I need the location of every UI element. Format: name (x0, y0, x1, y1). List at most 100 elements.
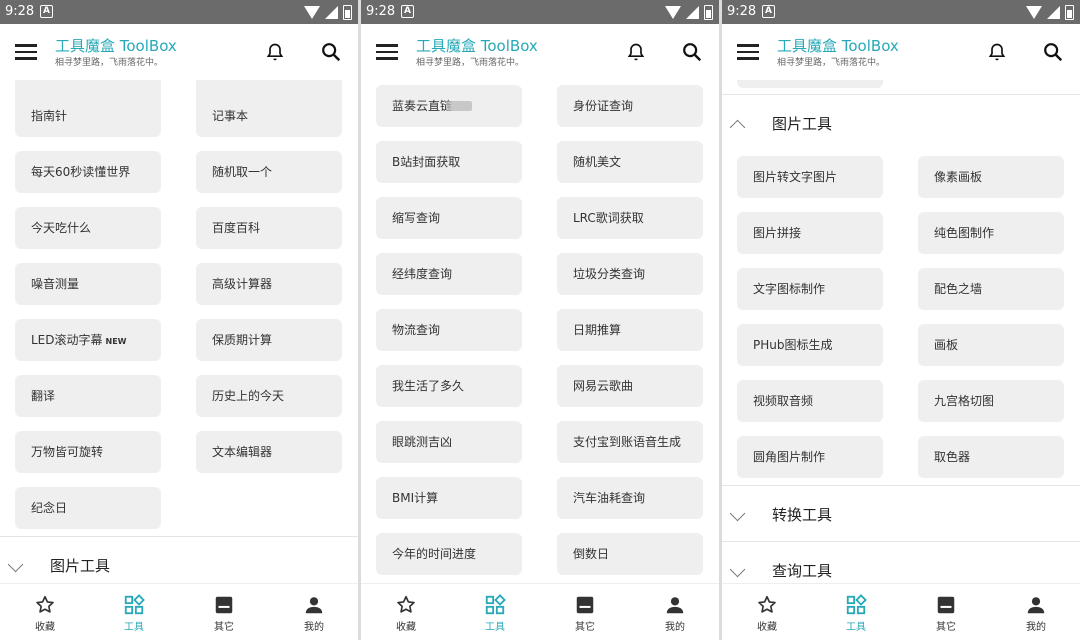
section-label: 图片工具 (50, 557, 111, 575)
tool-date-calc[interactable]: 日期推算 (557, 309, 703, 351)
nav-label: 其它 (214, 622, 234, 633)
nav-label: 工具 (846, 622, 866, 633)
phone-screen-1: 9:28 A 工具魔盒 ToolBox 相寻梦里路，飞雨落花中。 指南针 记事本… (0, 0, 358, 640)
nav-label: 我的 (665, 622, 685, 633)
nav-tools[interactable]: 工具 (811, 584, 901, 640)
tool-text-icon[interactable]: 文字图标制作 (737, 268, 883, 310)
tool-nine-grid-cut[interactable]: 九宫格切图 (918, 380, 1064, 422)
nav-other[interactable]: 其它 (179, 584, 269, 640)
menu-icon[interactable] (737, 44, 759, 60)
nav-tools[interactable]: 工具 (89, 584, 179, 640)
inbox-icon (576, 596, 594, 614)
tool-days-lived[interactable]: 我生活了多久 (376, 365, 522, 407)
tool-random-essay[interactable]: 随机美文 (557, 141, 703, 183)
tool-led-scroll[interactable]: LED滚动字幕 NEW (15, 319, 161, 361)
notification-icon: A (401, 5, 414, 18)
search-icon[interactable] (320, 41, 342, 63)
app-title: 工具魔盒 ToolBox (777, 37, 899, 55)
grid-icon (846, 594, 867, 615)
tool-netease-song[interactable]: 网易云歌曲 (557, 365, 703, 407)
status-time: 9:28 (727, 4, 757, 19)
tool-coordinates[interactable]: 经纬度查询 (376, 253, 522, 295)
tool-compass[interactable]: 指南针 (15, 95, 161, 137)
menu-icon[interactable] (376, 44, 398, 60)
tool-fuel-consumption[interactable]: 汽车油耗查询 (557, 477, 703, 519)
tool-abbreviation[interactable]: 缩写查询 (376, 197, 522, 239)
section-query-tools[interactable]: 查询工具 (722, 547, 1080, 584)
tool-countdown[interactable]: 倒数日 (557, 533, 703, 575)
section-convert-tools[interactable]: 转换工具 (722, 491, 1080, 537)
nav-tools[interactable]: 工具 (450, 584, 540, 640)
tool-button[interactable] (737, 80, 883, 88)
tool-text-editor[interactable]: 文本编辑器 (196, 431, 342, 473)
nav-me[interactable]: 我的 (269, 584, 358, 640)
search-icon[interactable] (1042, 41, 1064, 63)
status-time: 9:28 (366, 4, 396, 19)
bell-icon[interactable] (987, 41, 1007, 63)
bell-icon[interactable] (265, 41, 285, 63)
tool-image-stitch[interactable]: 图片拼接 (737, 212, 883, 254)
tool-color-wall[interactable]: 配色之墙 (918, 268, 1064, 310)
tool-history-today[interactable]: 历史上的今天 (196, 375, 342, 417)
grid-icon (485, 594, 506, 615)
nav-label: 我的 (304, 622, 324, 633)
section-label: 转换工具 (772, 506, 833, 524)
tool-video-to-audio[interactable]: 视频取音频 (737, 380, 883, 422)
battery-icon (343, 4, 352, 20)
app-bar: 工具魔盒 ToolBox 相寻梦里路，飞雨落花中。 (722, 24, 1080, 80)
tool-rounded-image[interactable]: 圆角图片制作 (737, 436, 883, 478)
tool-notepad[interactable]: 记事本 (196, 95, 342, 137)
tool-year-progress[interactable]: 今年的时间进度 (376, 533, 522, 575)
tool-logistics[interactable]: 物流查询 (376, 309, 522, 351)
tool-translate[interactable]: 翻译 (15, 375, 161, 417)
star-icon (397, 595, 415, 613)
tool-bmi[interactable]: BMI计算 (376, 477, 522, 519)
app-subtitle: 相寻梦里路，飞雨落花中。 (416, 58, 525, 68)
tool-image-to-text-image[interactable]: 图片转文字图片 (737, 156, 883, 198)
tool-eye-twitch[interactable]: 眼跳测吉凶 (376, 421, 522, 463)
nav-favorites[interactable]: 收藏 (722, 584, 812, 640)
nav-other[interactable]: 其它 (901, 584, 991, 640)
tool-pixel-board[interactable]: 像素画板 (918, 156, 1064, 198)
tool-lrc-lyrics[interactable]: LRC歌词获取 (557, 197, 703, 239)
tool-alipay-voice[interactable]: 支付宝到账语音生成 (557, 421, 703, 463)
tool-phub-icon[interactable]: PHub图标生成 (737, 324, 883, 366)
chevron-down-icon (729, 505, 746, 522)
tool-drawing-board[interactable]: 画板 (918, 324, 1064, 366)
person-icon (666, 597, 684, 614)
nav-favorites[interactable]: 收藏 (361, 584, 451, 640)
tool-color-picker[interactable]: 取色器 (918, 436, 1064, 478)
tool-rotate[interactable]: 万物皆可旋转 (15, 431, 161, 473)
tool-list[interactable]: 蓝奏云直链 身份证查询 B站封面获取 随机美文 缩写查询 LRC歌词获取 经纬度… (361, 80, 719, 584)
nav-me[interactable]: 我的 (630, 584, 719, 640)
tool-shelf-life[interactable]: 保质期计算 (196, 319, 342, 361)
section-image-tools[interactable]: 图片工具 (0, 542, 358, 584)
section-image-tools[interactable]: 图片工具 (722, 100, 1080, 146)
tool-id-card[interactable]: 身份证查询 (557, 85, 703, 127)
tool-noise-meter[interactable]: 噪音测量 (15, 263, 161, 305)
tool-baidu-baike[interactable]: 百度百科 (196, 207, 342, 249)
inbox-icon (937, 596, 955, 614)
nav-label: 收藏 (396, 622, 416, 633)
signal-icon (686, 5, 699, 19)
chevron-up-icon (729, 119, 746, 136)
nav-other[interactable]: 其它 (540, 584, 630, 640)
tool-calculator[interactable]: 高级计算器 (196, 263, 342, 305)
tool-list[interactable]: 指南针 记事本 每天60秒读懂世界 随机取一个 今天吃什么 百度百科 噪音测量 … (0, 80, 358, 584)
tool-list[interactable]: 图片工具 图片转文字图片 像素画板 图片拼接 纯色图制作 文字图标制作 配色之墙… (722, 80, 1080, 584)
tool-news[interactable]: 每天60秒读懂世界 (15, 151, 161, 193)
tool-what-to-eat[interactable]: 今天吃什么 (15, 207, 161, 249)
nav-favorites[interactable]: 收藏 (0, 584, 90, 640)
nav-me[interactable]: 我的 (991, 584, 1080, 640)
tool-random-pick[interactable]: 随机取一个 (196, 151, 342, 193)
tool-solid-color-image[interactable]: 纯色图制作 (918, 212, 1064, 254)
tool-garbage-sort[interactable]: 垃圾分类查询 (557, 253, 703, 295)
tool-bilibili-cover[interactable]: B站封面获取 (376, 141, 522, 183)
app-subtitle: 相寻梦里路，飞雨落花中。 (777, 58, 886, 68)
menu-icon[interactable] (15, 44, 37, 60)
search-icon[interactable] (681, 41, 703, 63)
bell-icon[interactable] (626, 41, 646, 63)
app-title: 工具魔盒 ToolBox (55, 37, 177, 55)
tool-anniversary[interactable]: 纪念日 (15, 487, 161, 529)
signal-icon (1047, 5, 1060, 19)
